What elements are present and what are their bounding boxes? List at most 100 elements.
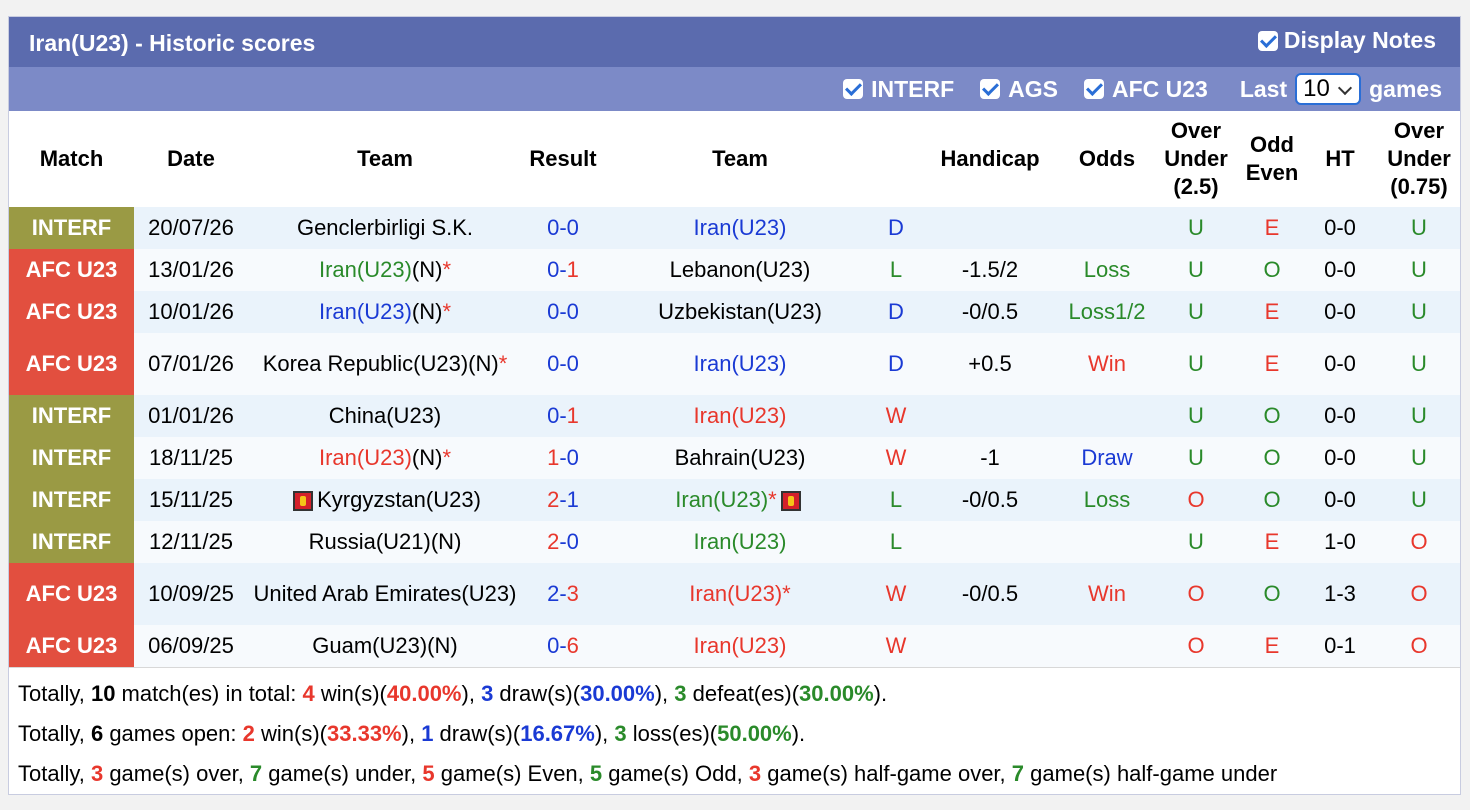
away-team-name[interactable]: Iran(U23) bbox=[694, 529, 787, 554]
summary-segment: game(s) over, bbox=[103, 761, 250, 786]
match-badge[interactable]: INTERF bbox=[9, 521, 134, 563]
away-team-name[interactable]: Iran(U23) bbox=[675, 487, 768, 512]
result-cell[interactable]: 2-0 bbox=[522, 521, 604, 563]
match-badge[interactable]: INTERF bbox=[9, 395, 134, 437]
match-badge[interactable]: AFC U23 bbox=[9, 291, 134, 333]
match-badge[interactable]: INTERF bbox=[9, 479, 134, 521]
result-cell[interactable]: 0-6 bbox=[522, 625, 604, 667]
result-cell[interactable]: 0-0 bbox=[522, 207, 604, 249]
result-cell[interactable]: 0-1 bbox=[522, 395, 604, 437]
away-team-name[interactable]: Iran(U23) bbox=[694, 215, 787, 240]
summary-segment: ), bbox=[401, 721, 422, 746]
match-badge[interactable]: AFC U23 bbox=[9, 333, 134, 395]
home-score: 0 bbox=[547, 633, 560, 658]
filter-label: INTERF bbox=[871, 75, 955, 102]
over-under-075-cell: O bbox=[1378, 625, 1460, 667]
home-score: 0 bbox=[547, 215, 560, 240]
away-score: 1 bbox=[566, 403, 579, 428]
col-match: Match bbox=[9, 111, 134, 207]
summary-segment: ). bbox=[873, 681, 888, 706]
home-team-name[interactable]: China(U23) bbox=[329, 403, 442, 428]
summary-segment: 30.00% bbox=[799, 681, 874, 706]
result-cell[interactable]: 2-3 bbox=[522, 563, 604, 625]
wdl-cell: W bbox=[876, 563, 916, 625]
odd-even-cell: E bbox=[1242, 291, 1302, 333]
col-over-under-075: Over Under (0.75) bbox=[1378, 111, 1460, 207]
away-team-name[interactable]: Iran(U23) bbox=[689, 581, 782, 606]
ht-cell: 0-1 bbox=[1302, 625, 1378, 667]
summary-segment: ). bbox=[791, 721, 806, 746]
interf-checkbox[interactable] bbox=[843, 79, 864, 99]
odd-even-cell: E bbox=[1242, 625, 1302, 667]
filter-interf[interactable]: INTERF bbox=[843, 76, 954, 103]
match-badge[interactable]: AFC U23 bbox=[9, 249, 134, 291]
match-badge[interactable]: INTERF bbox=[9, 207, 134, 249]
result-cell[interactable]: 0-0 bbox=[522, 333, 604, 395]
result-cell[interactable]: 2-1 bbox=[522, 479, 604, 521]
date-cell: 15/11/25 bbox=[134, 479, 248, 521]
ht-cell: 1-3 bbox=[1302, 563, 1378, 625]
over-under-075-cell: U bbox=[1378, 479, 1460, 521]
away-score: 0 bbox=[566, 215, 579, 240]
summary-line: Totally, 6 games open: 2 win(s)(33.33%),… bbox=[18, 714, 1460, 754]
filter-label: AGS bbox=[1008, 75, 1058, 102]
away-team-name[interactable]: Uzbekistan(U23) bbox=[658, 299, 822, 324]
summary-segment: 40.00% bbox=[386, 681, 462, 706]
display-notes-toggle[interactable]: Display Notes bbox=[1257, 27, 1436, 54]
away-team-cell: Iran(U23) bbox=[604, 625, 876, 667]
result-cell[interactable]: 0-0 bbox=[522, 291, 604, 333]
date-cell: 20/07/26 bbox=[134, 207, 248, 249]
filter-afc-u23[interactable]: AFC U23 bbox=[1083, 76, 1208, 103]
summary-segment: 2 bbox=[242, 721, 255, 746]
away-score: 1 bbox=[566, 257, 579, 282]
handicap-cell: -0/0.5 bbox=[916, 563, 1064, 625]
date-cell: 10/01/26 bbox=[134, 291, 248, 333]
table-row: INTERF 20/07/26 Genclerbirligi S.K. 0-0 Iran… bbox=[9, 207, 1460, 249]
home-team-name[interactable]: Iran(U23) bbox=[319, 257, 412, 282]
home-team-name[interactable]: Korea Republic(U23) bbox=[263, 351, 468, 376]
match-badge[interactable]: AFC U23 bbox=[9, 625, 134, 667]
summary-segment: ), bbox=[594, 721, 615, 746]
home-team-name[interactable]: Kyrgyzstan(U23) bbox=[317, 487, 481, 512]
table-row: INTERF 18/11/25 Iran(U23)(N)* 1-0 Bahrain(U2… bbox=[9, 437, 1460, 479]
over-under-cell: U bbox=[1150, 207, 1242, 249]
home-team-name[interactable]: Guam(U23)(N) bbox=[312, 633, 457, 658]
star-marker: * bbox=[768, 487, 777, 512]
result-cell[interactable]: 0-1 bbox=[522, 249, 604, 291]
summary-line: Totally, 3 game(s) over, 7 game(s) under… bbox=[18, 754, 1460, 794]
home-team-cell: Korea Republic(U23)(N)* bbox=[248, 333, 522, 395]
away-team-name[interactable]: Iran(U23) bbox=[694, 633, 787, 658]
away-score: 0 bbox=[566, 299, 579, 324]
home-team-name[interactable]: Iran(U23) bbox=[319, 445, 412, 470]
filter-ags[interactable]: AGS bbox=[980, 76, 1058, 103]
home-team-cell: United Arab Emirates(U23) bbox=[248, 563, 522, 625]
last-games-select[interactable]: 10 bbox=[1295, 73, 1362, 105]
col-away-team: Team bbox=[604, 111, 876, 207]
home-team-name[interactable]: Iran(U23) bbox=[319, 299, 412, 324]
home-team-name[interactable]: Genclerbirligi S.K. bbox=[297, 215, 473, 240]
summary-segment: 10 bbox=[90, 681, 116, 706]
ags-checkbox[interactable] bbox=[980, 79, 1001, 99]
display-notes-checkbox[interactable] bbox=[1257, 30, 1278, 51]
home-team-name[interactable]: United Arab Emirates(U23) bbox=[254, 581, 517, 606]
afc-u23-checkbox[interactable] bbox=[1083, 79, 1104, 99]
summary-segment: 7 bbox=[1011, 761, 1025, 786]
home-score: 0 bbox=[547, 351, 560, 376]
summary-segment: Totally, bbox=[18, 721, 91, 746]
historic-scores-panel: Iran(U23) - Historic scores Display Note… bbox=[8, 16, 1461, 795]
match-badge[interactable]: AFC U23 bbox=[9, 563, 134, 625]
odds-cell bbox=[1064, 395, 1150, 437]
home-team-name[interactable]: Russia(U21)(N) bbox=[309, 529, 462, 554]
match-badge[interactable]: INTERF bbox=[9, 437, 134, 479]
away-team-name[interactable]: Iran(U23) bbox=[694, 351, 787, 376]
table-row: AFC U23 06/09/25 Guam(U23)(N) 0-6 Iran(U23) W… bbox=[9, 625, 1460, 667]
away-team-name[interactable]: Lebanon(U23) bbox=[670, 257, 811, 282]
over-under-075-cell: O bbox=[1378, 521, 1460, 563]
away-team-name[interactable]: Iran(U23) bbox=[694, 403, 787, 428]
header-text: Over Under (2.5) bbox=[1164, 118, 1228, 199]
home-team-cell: Genclerbirligi S.K. bbox=[248, 207, 522, 249]
over-under-075-cell: U bbox=[1378, 207, 1460, 249]
away-team-name[interactable]: Bahrain(U23) bbox=[675, 445, 806, 470]
odd-even-cell: E bbox=[1242, 333, 1302, 395]
result-cell[interactable]: 1-0 bbox=[522, 437, 604, 479]
